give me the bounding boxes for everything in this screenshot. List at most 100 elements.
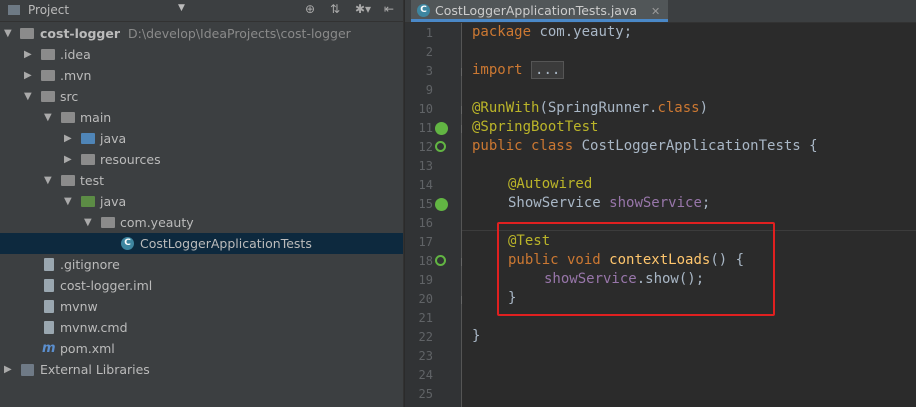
tree-item-test-java[interactable]: ▼ java xyxy=(0,191,403,212)
code-editor[interactable]: package com.yeauty; import ... @RunWith(… xyxy=(462,23,916,407)
collapse-icon[interactable]: ⇅ xyxy=(330,2,340,16)
line-number: 12 xyxy=(418,140,433,154)
library-icon xyxy=(21,364,34,376)
expand-arrow-icon[interactable]: ▼ xyxy=(84,212,92,233)
gear-icon[interactable]: ✱▾ xyxy=(355,2,371,16)
class-icon: C xyxy=(121,237,134,250)
tree-item-label: resources xyxy=(100,152,161,167)
line-number: 16 xyxy=(418,216,433,230)
expand-arrow-icon[interactable]: ▼ xyxy=(44,107,52,128)
folder-icon xyxy=(41,70,55,81)
line-number: 17 xyxy=(418,235,433,249)
tree-item-resources[interactable]: ▶ resources xyxy=(0,149,403,170)
collapsed-arrow-icon[interactable]: ▶ xyxy=(64,149,72,170)
tree-item-pom[interactable]: m pom.xml xyxy=(0,338,403,359)
tree-item-test-class[interactable]: C CostLoggerApplicationTests xyxy=(0,233,403,254)
collapsed-arrow-icon[interactable]: ▶ xyxy=(4,359,12,380)
file-icon xyxy=(44,321,54,334)
project-path: D:\develop\IdeaProjects\cost-logger xyxy=(128,26,351,41)
line-number: 15 xyxy=(418,197,433,211)
collapsed-arrow-icon[interactable]: ▶ xyxy=(64,128,72,149)
code-line-11: @SpringBootTest xyxy=(472,119,599,135)
line-number: 11 xyxy=(418,121,433,135)
project-panel-title[interactable]: Project xyxy=(28,3,69,17)
tab-title: CostLoggerApplicationTests.java xyxy=(435,3,638,18)
chevron-down-icon[interactable]: ▼ xyxy=(178,3,185,13)
project-panel-header: Project ▼ ⊕ ⇅ ✱▾ ⇤ xyxy=(0,0,403,22)
code-line-10: @RunWith(SpringRunner.class) xyxy=(472,100,709,116)
tree-item-label: cost-logger.iml xyxy=(60,278,153,293)
hide-icon[interactable]: ⇤ xyxy=(384,2,394,16)
tree-item-label: com.yeauty xyxy=(120,215,194,230)
code-line-12: public class CostLoggerApplicationTests … xyxy=(472,138,818,154)
editor-tab-bar: C CostLoggerApplicationTests.java ✕ xyxy=(405,0,916,23)
folder-icon xyxy=(61,175,75,186)
line-number: 23 xyxy=(418,349,433,363)
line-number: 19 xyxy=(418,273,433,287)
locate-icon[interactable]: ⊕ xyxy=(305,2,315,16)
tree-item-cost-logger[interactable]: ▼ cost-logger D:\develop\IdeaProjects\cos… xyxy=(0,23,403,44)
folder-icon xyxy=(61,112,75,123)
tree-item-iml[interactable]: cost-logger.iml xyxy=(0,275,403,296)
tab-editor-file[interactable]: C CostLoggerApplicationTests.java ✕ xyxy=(411,0,669,22)
line-number: 2 xyxy=(425,45,433,59)
code-line-14: @Autowired xyxy=(508,176,593,192)
expand-arrow-icon[interactable]: ▼ xyxy=(64,191,72,212)
folder-icon xyxy=(20,28,34,39)
editor-gutter: 1 2 3 9 10 11 12 13 14 15 16 17 18 19 20… xyxy=(405,23,469,407)
code-line-15: ShowService showService; xyxy=(508,195,711,211)
highlight-box xyxy=(497,222,775,316)
code-line-22: } xyxy=(472,328,481,344)
autowired-bean-icon[interactable] xyxy=(435,198,448,211)
line-number: 25 xyxy=(418,387,433,401)
tree-item-label: CostLoggerApplicationTests xyxy=(140,236,312,251)
tree-item-label: test xyxy=(80,173,105,188)
tree-item-label: java xyxy=(100,194,127,209)
code-line-3: import ... xyxy=(472,61,565,79)
tree-item-mvn[interactable]: ▶ .mvn xyxy=(0,65,403,86)
tree-item-label: pom.xml xyxy=(60,341,115,356)
tree-item-label: main xyxy=(80,110,112,125)
folder-icon xyxy=(41,91,55,102)
tree-item-label: mvnw xyxy=(60,299,98,314)
project-view-icon xyxy=(8,5,20,15)
line-number: 14 xyxy=(418,178,433,192)
tree-item-main-java[interactable]: ▶ java xyxy=(0,128,403,149)
class-icon: C xyxy=(417,4,430,17)
expand-arrow-icon[interactable]: ▼ xyxy=(24,86,32,107)
tree-item-label: cost-logger xyxy=(40,26,121,41)
expand-arrow-icon[interactable]: ▼ xyxy=(4,23,12,44)
folded-imports[interactable]: ... xyxy=(531,61,565,79)
maven-icon: m xyxy=(42,341,56,356)
tree-item-test[interactable]: ▼ test xyxy=(0,170,403,191)
line-number: 20 xyxy=(418,292,433,306)
tree-item-label: mvnw.cmd xyxy=(60,320,128,335)
tree-item-mvnw[interactable]: mvnw xyxy=(0,296,403,317)
expand-arrow-icon[interactable]: ▼ xyxy=(44,170,52,191)
tree-item-main[interactable]: ▼ main xyxy=(0,107,403,128)
tree-item-idea[interactable]: ▶ .idea xyxy=(0,44,403,65)
close-icon[interactable]: ✕ xyxy=(651,5,660,18)
file-icon xyxy=(44,258,54,271)
tree-item-mvnw-cmd[interactable]: mvnw.cmd xyxy=(0,317,403,338)
line-number: 22 xyxy=(418,330,433,344)
collapsed-arrow-icon[interactable]: ▶ xyxy=(24,44,32,65)
line-number: 3 xyxy=(425,64,433,78)
tree-item-label: .idea xyxy=(60,47,91,62)
spring-bean-icon[interactable] xyxy=(435,122,448,135)
tree-item-label: .gitignore xyxy=(60,257,120,272)
line-number: 18 xyxy=(418,254,433,268)
tree-item-label: java xyxy=(100,131,127,146)
line-number: 9 xyxy=(425,83,433,97)
tree-item-gitignore[interactable]: .gitignore xyxy=(0,254,403,275)
run-test-icon[interactable] xyxy=(435,255,446,266)
project-panel: Project ▼ ⊕ ⇅ ✱▾ ⇤ ▼ cost-logger D:\devel… xyxy=(0,0,403,407)
collapsed-arrow-icon[interactable]: ▶ xyxy=(24,65,32,86)
file-icon xyxy=(44,300,54,313)
line-number: 13 xyxy=(418,159,433,173)
file-icon xyxy=(44,279,54,292)
tree-item-external-libraries[interactable]: ▶ External Libraries xyxy=(0,359,403,380)
tree-item-src[interactable]: ▼ src xyxy=(0,86,403,107)
run-test-icon[interactable] xyxy=(435,141,446,152)
tree-item-package[interactable]: ▼ com.yeauty xyxy=(0,212,403,233)
